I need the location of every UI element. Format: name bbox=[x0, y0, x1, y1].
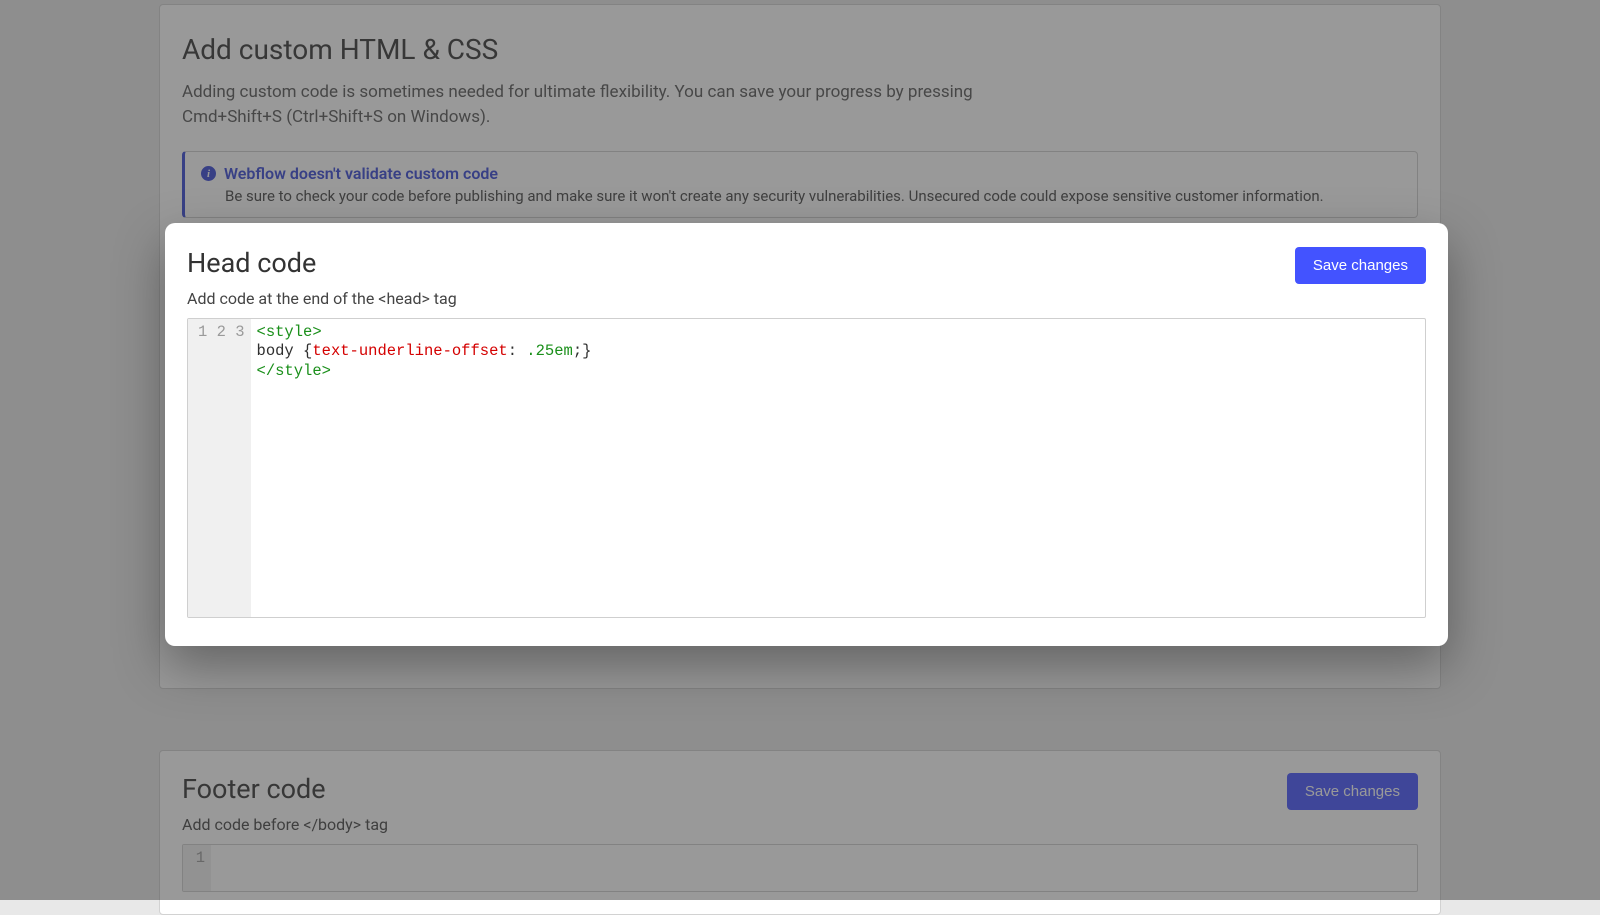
head-section-title: Head code bbox=[187, 247, 457, 279]
head-section-subtitle: Add code at the end of the <head> tag bbox=[187, 289, 457, 308]
head-code-editor[interactable]: 1 2 3 <style> body {text-underline-offse… bbox=[187, 318, 1426, 618]
head-code-modal: Head code Add code at the end of the <he… bbox=[165, 223, 1448, 646]
save-head-button[interactable]: Save changes bbox=[1295, 247, 1426, 284]
